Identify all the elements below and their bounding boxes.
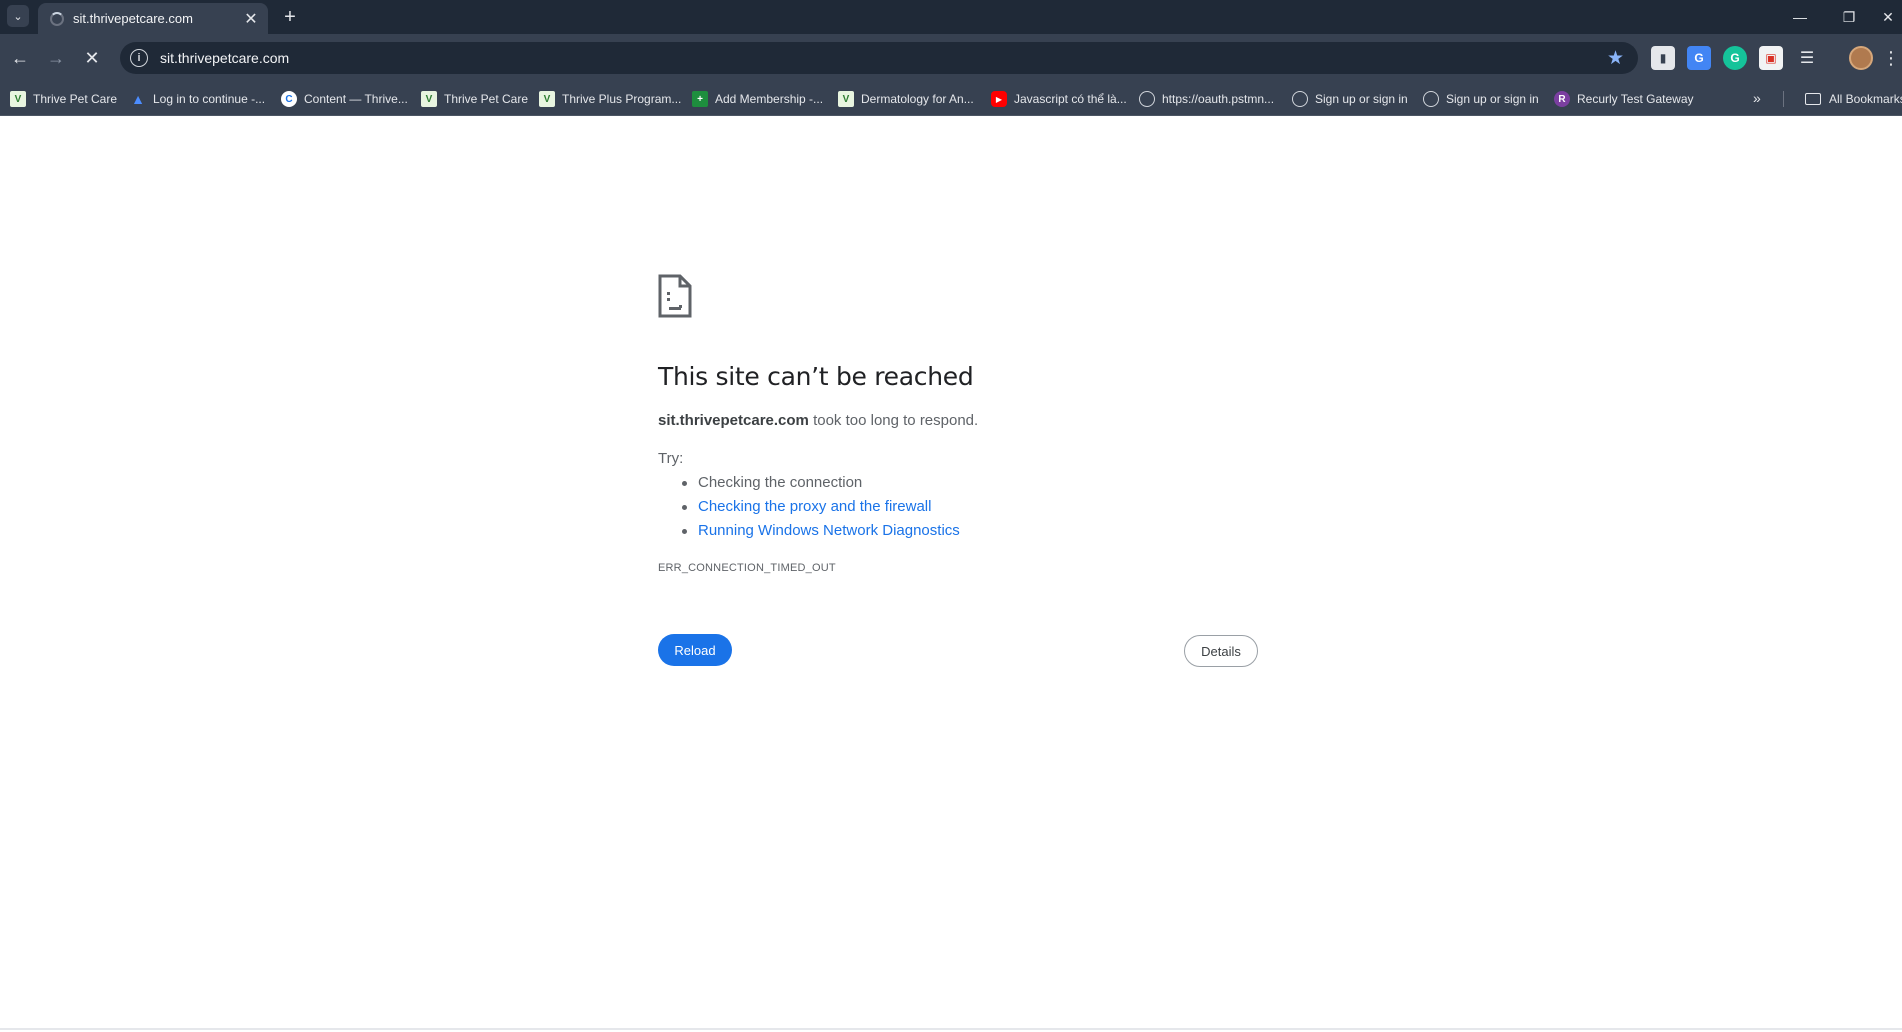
bookmark-label: Recurly Test Gateway xyxy=(1577,92,1694,106)
details-button[interactable]: Details xyxy=(1184,635,1258,667)
grammarly-extension-icon[interactable]: G xyxy=(1723,46,1747,70)
bottom-divider xyxy=(0,1028,1902,1030)
forward-icon[interactable]: → xyxy=(42,44,70,72)
error-summary: sit.thrivepetcare.com took too long to r… xyxy=(658,412,978,429)
tab-title: sit.thrivepetcare.com xyxy=(73,11,193,26)
bookmark-label: Javascript có thể là... xyxy=(1014,92,1127,106)
globe-icon xyxy=(1139,91,1155,107)
recurly-icon: R xyxy=(1554,91,1570,107)
content-icon: C xyxy=(281,91,297,107)
calendar-extension-icon[interactable]: ▣ xyxy=(1759,46,1783,70)
bookmark-item[interactable]: https://oauth.pstmn... xyxy=(1139,88,1274,110)
suggestion-item: Running Windows Network Diagnostics xyxy=(680,522,960,546)
tab-close-icon[interactable]: ✕ xyxy=(240,8,262,30)
bookmark-label: Content — Thrive... xyxy=(304,92,408,106)
bookmark-item[interactable]: V Thrive Pet Care xyxy=(421,88,528,110)
address-url[interactable]: sit.thrivepetcare.com xyxy=(160,50,1607,66)
browser-toolbar: ← → ✕ i sit.thrivepetcare.com ★ ▮ G G ▣ … xyxy=(0,34,1902,82)
folder-icon xyxy=(1805,93,1821,105)
tab-search-chevron-icon[interactable]: ⌄ xyxy=(7,5,29,27)
globe-icon xyxy=(1292,91,1308,107)
try-label: Try: xyxy=(658,450,684,467)
close-window-icon[interactable]: ✕ xyxy=(1874,4,1902,30)
tab-active[interactable]: sit.thrivepetcare.com ✕ xyxy=(38,3,268,34)
new-tab-icon[interactable]: + xyxy=(278,5,302,29)
all-bookmarks-label: All Bookmarks xyxy=(1829,92,1902,106)
bookmark-label: Add Membership -... xyxy=(715,92,824,106)
bookmarks-bar: V Thrive Pet Care ▲ Log in to continue -… xyxy=(0,82,1902,116)
translate-extension-icon[interactable]: G xyxy=(1687,46,1711,70)
suggestion-proxy-firewall-link[interactable]: Checking the proxy and the firewall xyxy=(698,498,931,515)
bookmark-star-icon[interactable]: ★ xyxy=(1607,47,1624,70)
bookmark-label: Log in to continue -... xyxy=(153,92,266,106)
thrive-icon: V xyxy=(10,91,26,107)
extensions-puzzle-icon[interactable]: ☰ xyxy=(1795,46,1819,70)
site-info-icon[interactable]: i xyxy=(130,49,148,67)
suggestion-check-connection: Checking the connection xyxy=(698,474,863,491)
youtube-icon: ▶ xyxy=(991,91,1007,107)
bookmark-label: https://oauth.pstmn... xyxy=(1162,92,1275,106)
tab-strip: ⌄ sit.thrivepetcare.com ✕ + — ❐ ✕ xyxy=(0,0,1902,34)
loading-spinner-icon xyxy=(50,11,64,26)
bookmark-label: Sign up or sign in xyxy=(1446,92,1539,106)
bookmark-label: Sign up or sign in xyxy=(1315,92,1408,106)
bookmark-item[interactable]: Sign up or sign in xyxy=(1423,88,1539,110)
suggestion-item: Checking the proxy and the firewall xyxy=(680,498,960,522)
stop-loading-icon[interactable]: ✕ xyxy=(78,44,106,72)
bookmark-label: Thrive Pet Care xyxy=(33,92,118,106)
profile-avatar[interactable] xyxy=(1849,46,1873,70)
address-bar[interactable]: i sit.thrivepetcare.com ★ xyxy=(120,42,1638,74)
error-code: ERR_CONNECTION_TIMED_OUT xyxy=(658,562,836,574)
bookmarks-divider xyxy=(1783,91,1784,107)
suggestion-item: Checking the connection xyxy=(680,474,960,498)
bookmark-item[interactable]: ▶ Javascript có thể là... xyxy=(991,88,1127,110)
bookmark-item[interactable]: + Add Membership -... xyxy=(692,88,823,110)
suggestion-list: Checking the connection Checking the pro… xyxy=(680,474,960,546)
globe-icon xyxy=(1423,91,1439,107)
bookmark-item[interactable]: C Content — Thrive... xyxy=(281,88,408,110)
sheets-icon: + xyxy=(692,91,708,107)
minimize-icon[interactable]: — xyxy=(1780,4,1820,30)
reader-extension-icon[interactable]: ▮ xyxy=(1651,46,1675,70)
bookmark-label: Dermatology for An... xyxy=(861,92,974,106)
bookmark-item[interactable]: R Recurly Test Gateway xyxy=(1554,88,1694,110)
bookmark-item[interactable]: V Dermatology for An... xyxy=(838,88,974,110)
bookmark-item[interactable]: ▲ Log in to continue -... xyxy=(130,88,265,110)
error-title: This site can’t be reached xyxy=(658,362,974,391)
error-summary-text: took too long to respond. xyxy=(808,412,979,429)
more-bookmarks-chevron-icon[interactable]: » xyxy=(1753,90,1761,106)
reload-button[interactable]: Reload xyxy=(658,634,732,666)
suggestion-network-diagnostics-link[interactable]: Running Windows Network Diagnostics xyxy=(698,522,960,539)
error-host: sit.thrivepetcare.com xyxy=(658,412,809,429)
bookmark-item[interactable]: Sign up or sign in xyxy=(1292,88,1408,110)
bookmark-item[interactable]: V Thrive Plus Program... xyxy=(539,88,681,110)
thrive-icon: V xyxy=(838,91,854,107)
sad-document-icon xyxy=(658,274,692,318)
bookmark-label: Thrive Pet Care xyxy=(444,92,529,106)
bookmark-label: Thrive Plus Program... xyxy=(562,92,682,106)
restore-icon[interactable]: ❐ xyxy=(1829,4,1869,30)
back-icon[interactable]: ← xyxy=(6,44,34,72)
thrive-icon: V xyxy=(539,91,555,107)
all-bookmarks-folder[interactable]: All Bookmarks xyxy=(1805,88,1902,110)
bookmark-item[interactable]: V Thrive Pet Care xyxy=(10,88,117,110)
atlassian-icon: ▲ xyxy=(131,91,145,107)
menu-kebab-icon[interactable]: ⋮ xyxy=(1882,46,1900,70)
thrive-icon: V xyxy=(421,91,437,107)
